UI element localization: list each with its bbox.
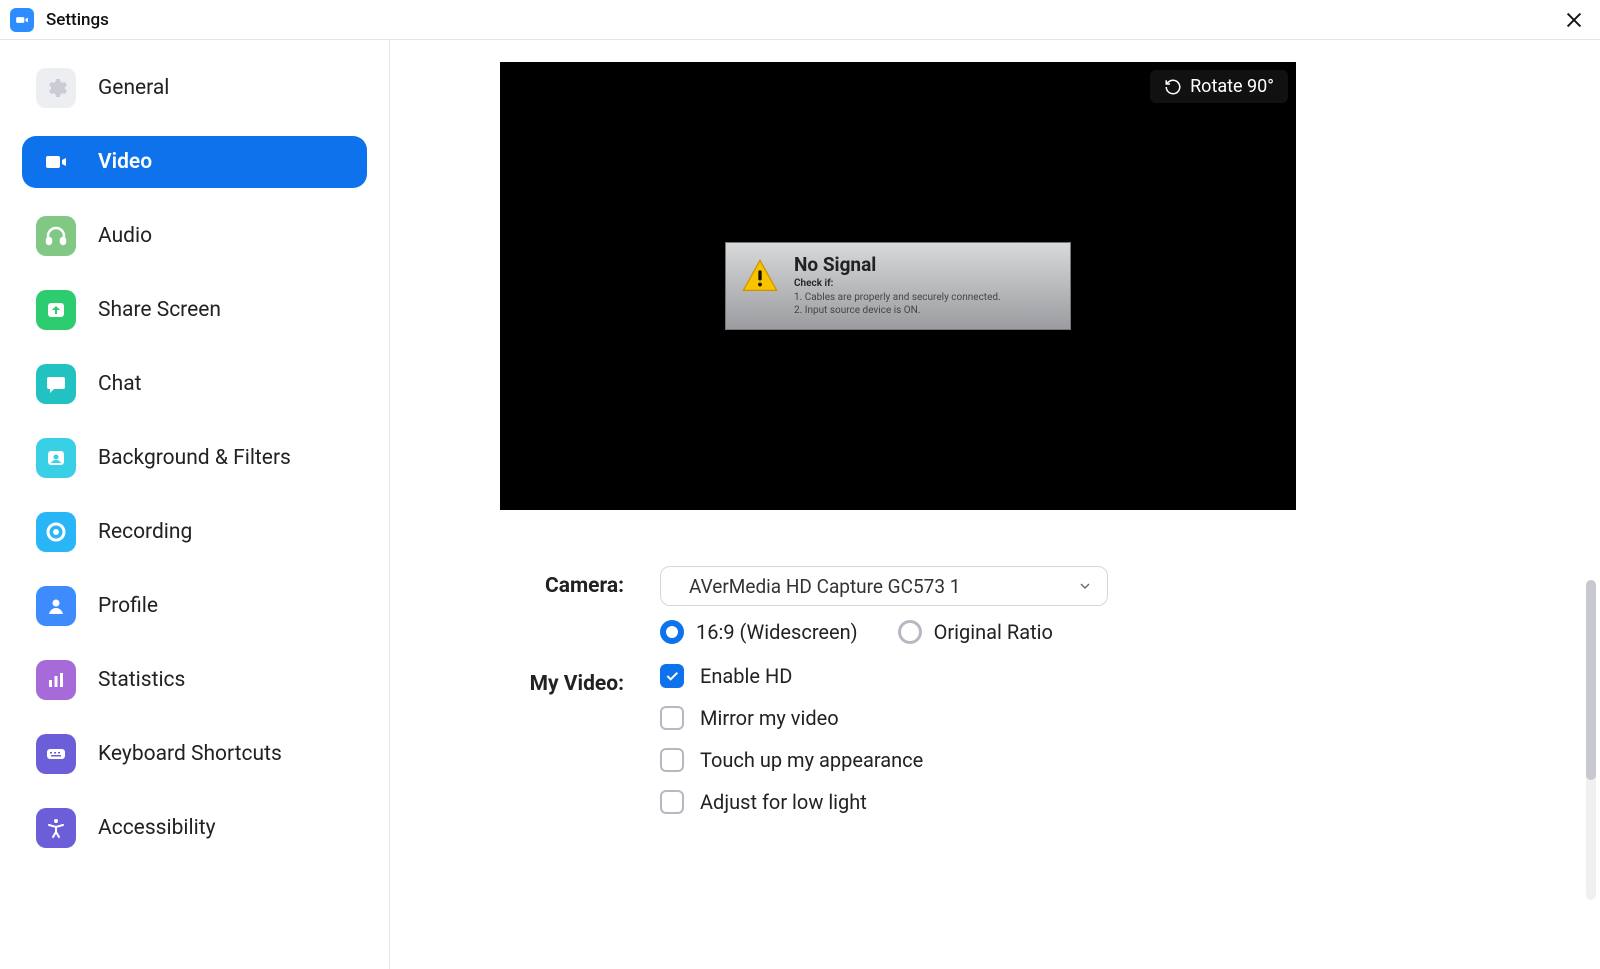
radio-label: Original Ratio: [934, 620, 1053, 644]
zoom-app-icon: [10, 8, 34, 32]
sidebar-item-statistics[interactable]: Statistics: [22, 654, 367, 706]
rotate-label: Rotate 90°: [1190, 76, 1274, 97]
sidebar-item-label: Background & Filters: [98, 446, 291, 470]
recording-icon: [36, 512, 76, 552]
chat-icon: [36, 364, 76, 404]
rotate-icon: [1164, 78, 1182, 96]
radio-indicator: [660, 620, 684, 644]
window-body: General Video Audio: [0, 40, 1600, 969]
headphones-icon: [36, 216, 76, 256]
checkbox-label: Touch up my appearance: [700, 748, 923, 772]
checkbox-label: Mirror my video: [700, 706, 839, 730]
sidebar-item-label: Profile: [98, 594, 158, 618]
background-icon: [36, 438, 76, 478]
sidebar-item-general[interactable]: General: [22, 62, 367, 114]
checkbox-label: Enable HD: [700, 664, 792, 688]
close-button[interactable]: [1560, 6, 1588, 34]
sidebar-item-label: Accessibility: [98, 816, 216, 840]
sidebar-item-label: Statistics: [98, 668, 185, 692]
sidebar-item-accessibility[interactable]: Accessibility: [22, 802, 367, 854]
sidebar-item-profile[interactable]: Profile: [22, 580, 367, 632]
radio-original-ratio[interactable]: Original Ratio: [898, 620, 1053, 644]
video-preview: Rotate 90° No Signal Check if: 1. Cables…: [500, 62, 1296, 510]
rotate-90-button[interactable]: Rotate 90°: [1150, 70, 1288, 103]
sidebar-item-recording[interactable]: Recording: [22, 506, 367, 558]
profile-icon: [36, 586, 76, 626]
checkbox-indicator: [660, 664, 684, 688]
window-title: Settings: [46, 10, 109, 30]
sidebar-item-background-filters[interactable]: Background & Filters: [22, 432, 367, 484]
content-pane: Rotate 90° No Signal Check if: 1. Cables…: [390, 40, 1600, 969]
checkbox-indicator: [660, 706, 684, 730]
scrollbar-thumb[interactable]: [1586, 580, 1596, 780]
gear-icon: [36, 68, 76, 108]
checkbox-indicator: [660, 790, 684, 814]
sidebar-item-label: General: [98, 76, 169, 100]
warning-icon: [740, 257, 780, 297]
settings-window: Settings General Video: [0, 0, 1600, 969]
no-signal-overlay: No Signal Check if: 1. Cables are proper…: [725, 242, 1071, 330]
no-signal-subtitle: Check if:: [794, 278, 1001, 289]
chevron-down-icon: [1077, 578, 1093, 594]
sidebar-nav: General Video Audio: [22, 62, 367, 854]
no-signal-line1: 1. Cables are properly and securely conn…: [794, 291, 1001, 304]
video-settings-form: Camera: AVerMedia HD Capture GC573 1 16:…: [500, 566, 1580, 814]
checkbox-touch-up[interactable]: Touch up my appearance: [660, 748, 1580, 772]
content-scrollbar[interactable]: [1586, 580, 1596, 900]
my-video-options: Enable HD Mirror my video Touch up my ap…: [660, 664, 1580, 814]
camera-row: Camera: AVerMedia HD Capture GC573 1 16:…: [500, 566, 1580, 644]
checkbox-low-light[interactable]: Adjust for low light: [660, 790, 1580, 814]
no-signal-line2: 2. Input source device is ON.: [794, 304, 1001, 317]
statistics-icon: [36, 660, 76, 700]
radio-indicator: [898, 620, 922, 644]
sidebar-item-chat[interactable]: Chat: [22, 358, 367, 410]
checkbox-label: Adjust for low light: [700, 790, 867, 814]
share-screen-icon: [36, 290, 76, 330]
checkbox-mirror-video[interactable]: Mirror my video: [660, 706, 1580, 730]
radio-label: 16:9 (Widescreen): [696, 620, 858, 644]
sidebar-item-share-screen[interactable]: Share Screen: [22, 284, 367, 336]
sidebar-item-video[interactable]: Video: [22, 136, 367, 188]
sidebar: General Video Audio: [0, 40, 390, 969]
my-video-row: My Video: Enable HD Mirror my: [500, 664, 1580, 814]
checkbox-indicator: [660, 748, 684, 772]
camera-select[interactable]: AVerMedia HD Capture GC573 1: [660, 566, 1108, 606]
titlebar: Settings: [0, 0, 1600, 40]
sidebar-item-label: Keyboard Shortcuts: [98, 742, 282, 766]
aspect-ratio-group: 16:9 (Widescreen) Original Ratio: [660, 620, 1580, 644]
my-video-label: My Video:: [500, 664, 660, 696]
camera-selected-value: AVerMedia HD Capture GC573 1: [689, 575, 960, 598]
checkbox-enable-hd[interactable]: Enable HD: [660, 664, 1580, 688]
no-signal-title: No Signal: [794, 253, 1001, 276]
keyboard-icon: [36, 734, 76, 774]
radio-16-9[interactable]: 16:9 (Widescreen): [660, 620, 858, 644]
sidebar-item-label: Recording: [98, 520, 192, 544]
sidebar-item-label: Video: [98, 150, 152, 174]
sidebar-item-label: Chat: [98, 372, 142, 396]
camera-label: Camera:: [500, 566, 660, 598]
no-signal-text: No Signal Check if: 1. Cables are proper…: [794, 253, 1001, 317]
sidebar-item-audio[interactable]: Audio: [22, 210, 367, 262]
accessibility-icon: [36, 808, 76, 848]
sidebar-item-label: Share Screen: [98, 298, 221, 322]
video-icon: [36, 142, 76, 182]
sidebar-item-keyboard-shortcuts[interactable]: Keyboard Shortcuts: [22, 728, 367, 780]
sidebar-item-label: Audio: [98, 224, 152, 248]
